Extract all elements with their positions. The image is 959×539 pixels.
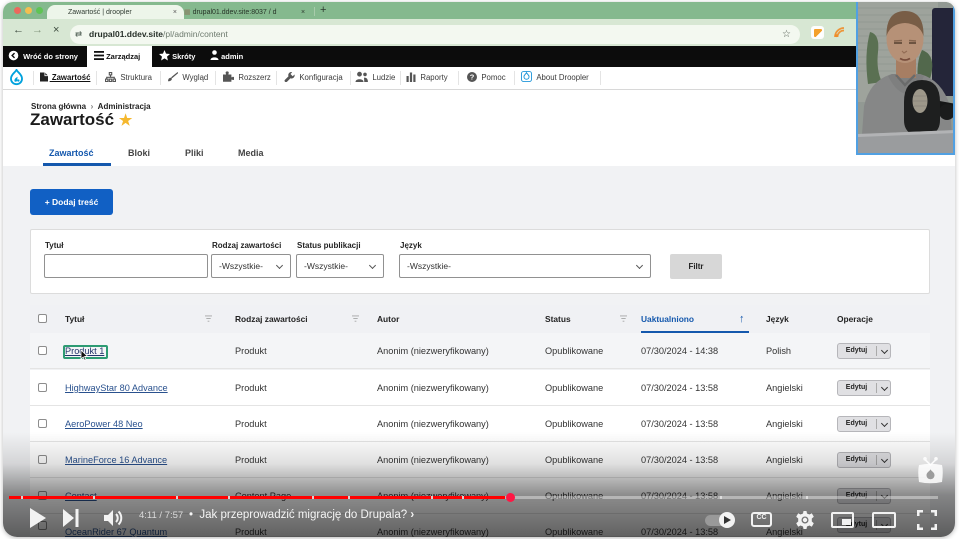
svg-text:?: ? — [470, 73, 475, 82]
